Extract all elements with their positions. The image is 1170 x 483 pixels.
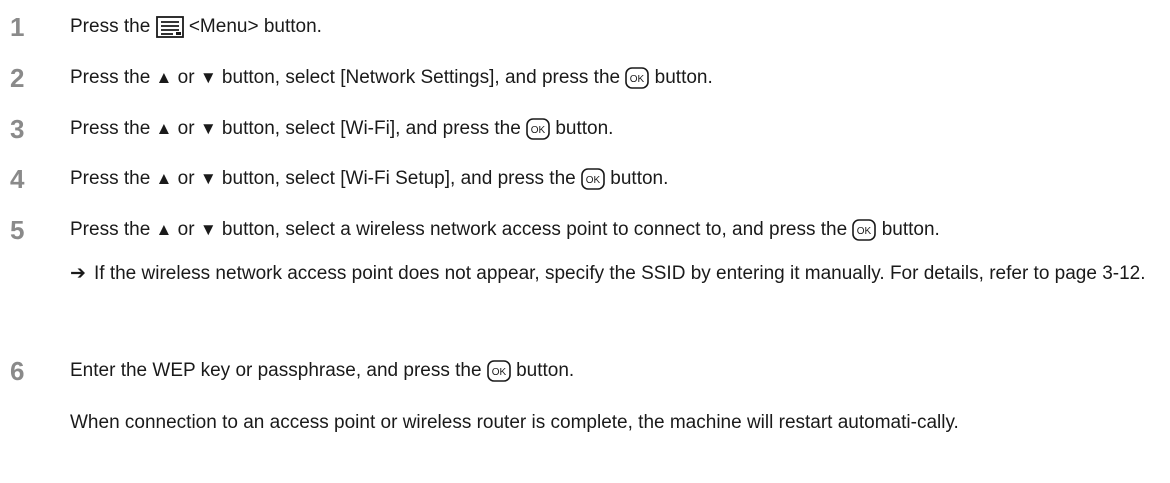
step-text: Press the ▲ or ▼ button, select a wirele… [70,219,940,241]
up-arrow-icon: ▲ [155,169,173,188]
step-number: 1 [10,12,25,42]
step-number: 2 [10,63,25,93]
svg-text:OK: OK [492,367,507,378]
down-arrow-icon: ▼ [199,68,217,87]
up-arrow-icon: ▲ [155,68,173,87]
step-text: Press the <Menu> button. [70,16,322,38]
step-text: Press the ▲ or ▼ button, select [Wi-Fi],… [70,118,614,140]
ok-button-icon: OK [581,168,605,190]
step-number: 5 [10,215,25,245]
ok-button-icon: OK [526,118,550,140]
step-number: 6 [10,356,25,386]
step-number: 4 [10,164,25,194]
ok-button-icon: OK [625,67,650,89]
note-text: If the wireless network access point doe… [94,263,1146,284]
up-arrow-icon: ▲ [155,220,173,239]
ok-button-icon: OK [852,219,877,241]
arrow-icon: ➔ [70,263,86,284]
down-arrow-icon: ▼ [199,119,217,138]
step-5-note: ➔ If the wireless network access point d… [70,259,1160,289]
step-text: Press the ▲ or ▼ button, select [Network… [70,67,713,89]
step-text: Enter the WEP key or passphrase, and pre… [70,360,575,382]
svg-text:OK: OK [630,74,645,85]
svg-text:OK: OK [857,226,872,237]
svg-text:OK: OK [531,125,546,136]
up-arrow-icon: ▲ [155,119,173,138]
down-arrow-icon: ▼ [199,220,217,239]
step-text: Press the ▲ or ▼ button, select [Wi-Fi S… [70,168,669,190]
svg-text:OK: OK [586,175,601,186]
down-arrow-icon: ▼ [199,169,217,188]
menu-button-icon [155,16,184,38]
step-number: 3 [10,114,25,144]
completion-note: When connection to an access point or wi… [70,412,959,433]
ok-button-icon: OK [487,360,511,382]
